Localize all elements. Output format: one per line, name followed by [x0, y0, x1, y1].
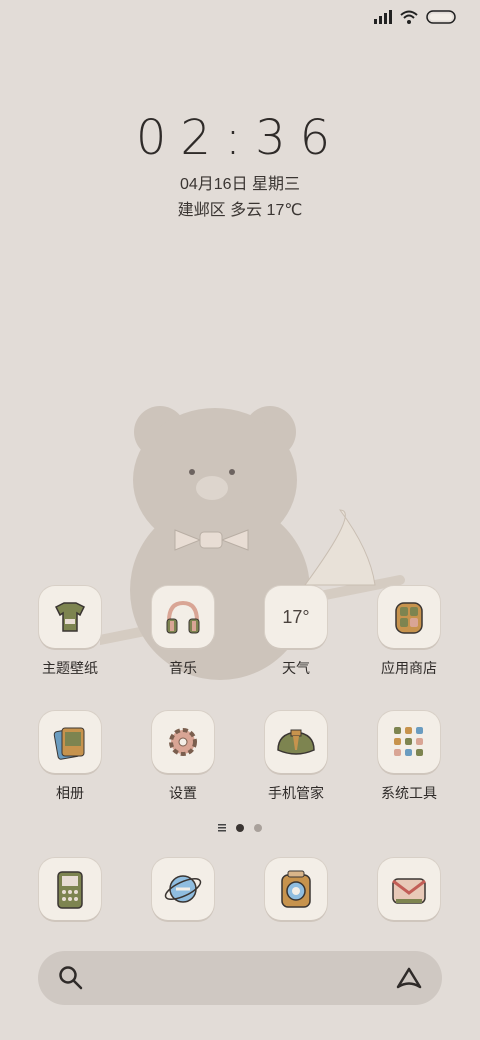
- dock-mail[interactable]: [359, 858, 459, 920]
- headphones-icon: [166, 600, 200, 634]
- app-label: 音乐: [169, 660, 197, 676]
- app-tile: [265, 858, 327, 920]
- app-tile: [39, 858, 101, 920]
- status-bar: [374, 10, 456, 24]
- page-indicator[interactable]: [218, 824, 262, 832]
- app-label: 应用商店: [381, 660, 437, 676]
- app-settings[interactable]: 设置: [133, 711, 233, 803]
- dock-browser[interactable]: [133, 858, 233, 920]
- signal-icon: [374, 10, 392, 24]
- phone-icon: [57, 871, 83, 909]
- page-dot-active: [236, 824, 244, 832]
- app-tile: [378, 858, 440, 920]
- app-tile: [152, 586, 214, 648]
- app-theme-wallpaper[interactable]: 主题壁纸: [20, 586, 120, 678]
- tools-folder-icon: [394, 727, 423, 756]
- app-system-tools[interactable]: 系统工具: [359, 711, 459, 803]
- app-tile: [39, 711, 101, 773]
- app-tile: [152, 711, 214, 773]
- search-bar[interactable]: [38, 951, 442, 1005]
- shirt-icon: [54, 602, 86, 632]
- app-weather[interactable]: 17° 天气: [246, 586, 346, 678]
- clock: 02:36: [135, 110, 345, 166]
- date-text: 04月16日 星期三: [179, 176, 301, 193]
- page-dot: [254, 824, 262, 832]
- app-tile: [378, 711, 440, 773]
- app-photo-album[interactable]: 相册: [20, 711, 120, 803]
- app-tile: 17°: [265, 586, 327, 648]
- backpack-icon: [395, 602, 423, 634]
- shield-bag-icon: [277, 729, 315, 755]
- menu-lines-icon: [218, 824, 226, 832]
- app-music[interactable]: 音乐: [133, 586, 233, 678]
- photo-album-icon: [53, 727, 85, 760]
- wifi-icon: [400, 10, 418, 24]
- weather-text: 建邺区 多云 17℃: [177, 202, 303, 219]
- search-icon[interactable]: [58, 965, 84, 991]
- app-label: 主题壁纸: [42, 660, 98, 676]
- app-label: 设置: [169, 785, 197, 801]
- gear-icon: [169, 728, 197, 756]
- app-tile: [152, 858, 214, 920]
- app-tile: [265, 711, 327, 773]
- mail-bag-icon: [392, 878, 426, 904]
- app-label: 手机管家: [268, 785, 324, 801]
- app-tile: [378, 586, 440, 648]
- weather-icon: 17°: [282, 606, 310, 627]
- app-label: 相册: [56, 785, 84, 801]
- app-tile: [39, 586, 101, 648]
- camera-icon: [281, 870, 311, 908]
- browser-icon: [164, 875, 202, 903]
- dock-camera[interactable]: [246, 858, 346, 920]
- app-phone-manager[interactable]: 手机管家: [246, 711, 346, 803]
- assistant-icon[interactable]: [394, 965, 424, 991]
- app-app-store[interactable]: 应用商店: [359, 586, 459, 678]
- battery-icon: [426, 10, 456, 24]
- app-label: 系统工具: [381, 785, 437, 801]
- app-label: 天气: [282, 660, 310, 676]
- dock-phone[interactable]: [20, 858, 120, 920]
